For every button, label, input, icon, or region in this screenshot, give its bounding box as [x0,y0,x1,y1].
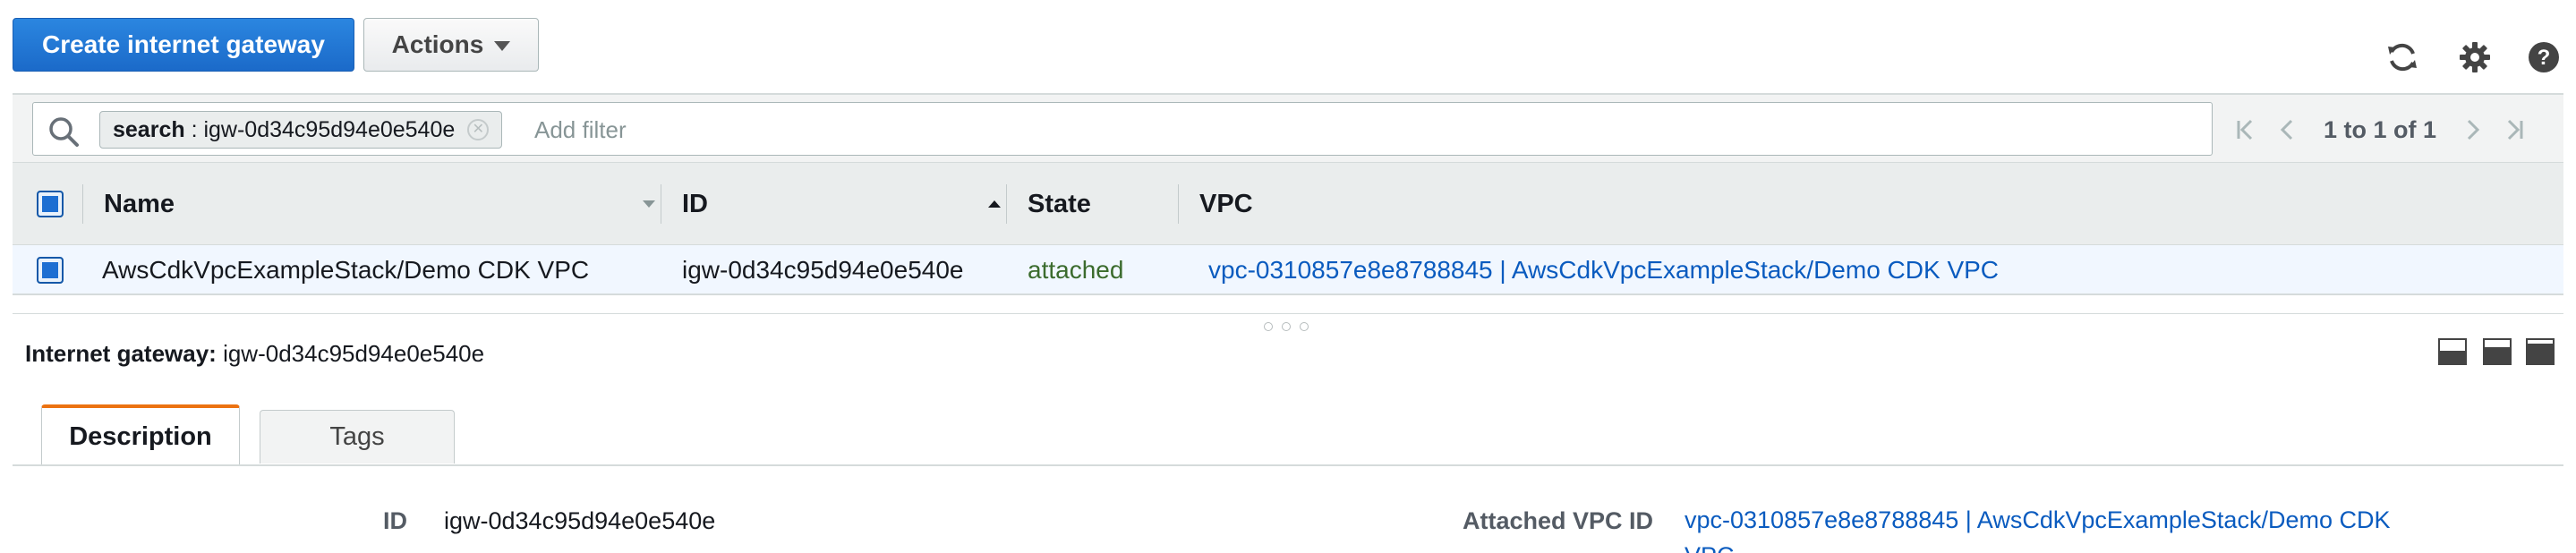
id-label: ID [383,507,407,534]
chevron-down-icon [494,40,511,51]
column-label: ID [682,189,708,218]
table-header: Name ID State VPC [13,163,2563,245]
column-label: VPC [1199,189,1253,218]
token-value: igw-0d34c95d94e0e540e [203,116,456,142]
column-header-name[interactable]: Name [104,163,668,245]
token-separator: : [184,116,204,142]
refresh-icon[interactable] [2384,39,2420,75]
filter-bar: search : igw-0d34c95d94e0e540e ✕ 1 to 1 … [13,93,2563,163]
actions-label: Actions [391,30,484,58]
gear-icon[interactable] [2457,39,2493,75]
cell-id: igw-0d34c95d94e0e540e [682,256,964,284]
prev-page-icon[interactable] [2266,109,2307,150]
tab-tags[interactable]: Tags [260,410,455,464]
pagination: 1 to 1 of 1 [2225,95,2535,165]
last-page-icon[interactable] [2494,109,2535,150]
column-header-state[interactable]: State [1028,163,1180,245]
column-label: State [1028,189,1091,218]
id-value: igw-0d34c95d94e0e540e [444,507,716,534]
select-all-checkbox[interactable] [37,191,64,217]
layout-top-icon[interactable] [2526,338,2555,365]
layout-split-icon[interactable] [2483,338,2512,365]
details-heading-label: Internet gateway: [25,340,217,367]
table-row[interactable]: AwsCdkVpcExampleStack/Demo CDK VPC igw-0… [13,245,2563,295]
column-divider [82,184,83,224]
column-divider [1006,184,1007,224]
create-internet-gateway-button[interactable]: Create internet gateway [13,18,354,72]
attached-vpc-label: Attached VPC ID [1463,507,1654,534]
actions-dropdown-button[interactable]: Actions [363,18,539,72]
tabs-divider [13,464,2563,466]
split-divider [13,313,2563,314]
sort-ascending-icon [988,200,1001,208]
search-box[interactable]: search : igw-0d34c95d94e0e540e ✕ [32,102,2213,156]
add-filter-input[interactable] [534,114,2145,146]
cell-name: AwsCdkVpcExampleStack/Demo CDK VPC [102,256,590,284]
search-icon [49,117,79,147]
layout-bottom-icon[interactable] [2438,338,2467,365]
first-page-icon[interactable] [2225,109,2266,150]
column-divider [1178,184,1179,224]
cell-state: attached [1028,256,1124,284]
details-heading-value: igw-0d34c95d94e0e540e [223,340,485,367]
attached-vpc-link-wrap[interactable]: VPC [1685,542,1735,553]
help-icon[interactable]: ? [2526,39,2562,75]
tab-description[interactable]: Description [41,404,240,465]
next-page-icon[interactable] [2452,109,2494,150]
token-key: search [113,116,185,142]
column-label: Name [104,189,175,218]
search-filter-token[interactable]: search : igw-0d34c95d94e0e540e ✕ [99,111,503,149]
pagination-count: 1 to 1 of 1 [2324,115,2437,143]
details-heading: Internet gateway: igw-0d34c95d94e0e540e [25,340,484,368]
column-header-id[interactable]: ID [682,163,1013,245]
attached-vpc-link[interactable]: vpc-0310857e8e8788845 | AwsCdkVpcExample… [1685,506,2390,534]
svg-text:?: ? [2538,46,2551,70]
resize-handle[interactable] [1264,322,1310,333]
column-header-vpc[interactable]: VPC [1199,163,1647,245]
cell-vpc-link[interactable]: vpc-0310857e8e8788845 | AwsCdkVpcExample… [1208,245,1999,295]
close-icon[interactable]: ✕ [467,119,490,140]
row-checkbox[interactable] [37,257,64,284]
sort-icon [643,200,655,208]
